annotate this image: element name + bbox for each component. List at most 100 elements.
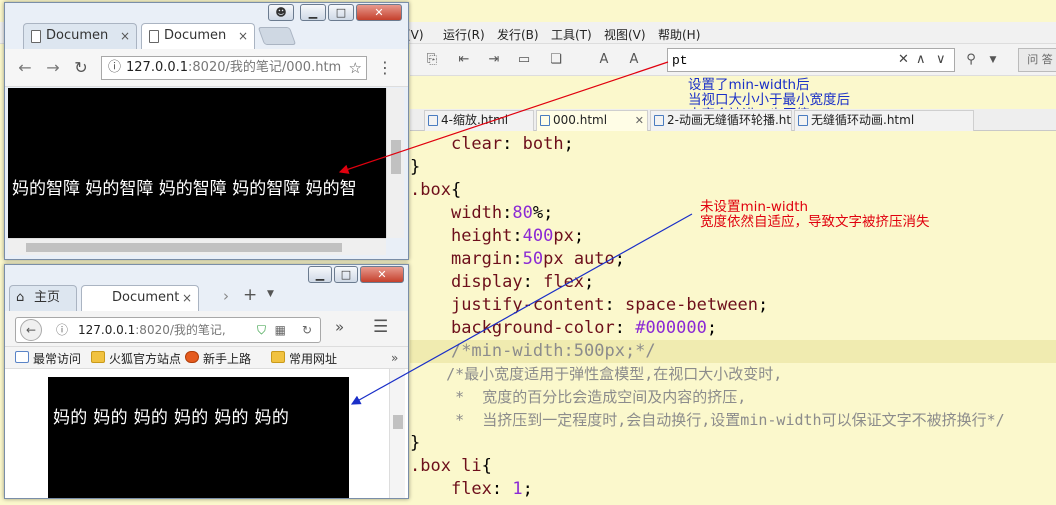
code-area[interactable]: clear: both;} .box{ width:80%; height:400… <box>410 131 1056 505</box>
bookmarks-more-icon[interactable]: » <box>391 351 398 365</box>
ff-reload-icon[interactable]: ↻ <box>302 318 312 342</box>
forward-arrow-icon[interactable]: → <box>43 58 63 78</box>
menu-item[interactable]: 运行(R) <box>443 26 485 43</box>
address-bar[interactable]: ⓘ 127.0.0.1:8020/我的笔记/000.htm ☆ <box>101 56 367 80</box>
ff-vertical-scrollbar[interactable] <box>389 369 405 498</box>
bookmark-item[interactable]: 火狐官方站点 <box>91 350 181 367</box>
dropdown-icon[interactable]: ▼ <box>985 52 1001 68</box>
close-button[interactable]: ✕ <box>356 4 402 21</box>
code-token: both <box>522 134 564 154</box>
find-next-icon[interactable]: ∨ <box>936 52 946 67</box>
ff-address-bar[interactable]: ← ⓘ 127.0.0.1:8020/我的笔记, ⛉ ▦ ↻ <box>15 317 321 343</box>
new-tab-button[interactable] <box>257 27 297 45</box>
ff-minimize-button[interactable]: ▁ <box>308 266 332 283</box>
firefox-window-controls: ▁ □ ✕ <box>308 266 408 284</box>
back-arrow-icon[interactable]: ← <box>15 58 35 78</box>
font-increase-icon[interactable]: A <box>596 52 612 68</box>
firefox-icon <box>185 351 199 363</box>
shield-icon[interactable]: ⛉ <box>257 318 266 342</box>
code-line: .box li{ <box>410 455 1056 478</box>
file-tab[interactable]: 4-缩放.html <box>424 110 534 131</box>
code-token: : <box>512 249 523 269</box>
tab-list-icon[interactable]: ▼ <box>267 289 274 299</box>
code-line: * 宽度的百分比会造成空间及内容的挤压, <box>410 386 1056 409</box>
ff-menu-icon[interactable]: ☰ <box>373 317 388 337</box>
html-file-icon <box>428 115 438 126</box>
tab-label: 主页 <box>34 290 61 305</box>
code-line: margin:50px auto; <box>410 248 1056 271</box>
vertical-scrollbar[interactable] <box>386 88 404 238</box>
search-icon[interactable]: ⚲ <box>963 52 979 68</box>
step-forward-icon[interactable]: ⇥ <box>486 52 502 68</box>
ff-close-button[interactable]: ✕ <box>360 266 404 283</box>
annotation-line: 未设置min-width <box>700 199 809 215</box>
browser-tab[interactable]: Documen × <box>23 23 137 49</box>
code-line: justify-content: space-between; <box>410 294 1056 317</box>
file-tab[interactable]: 000.html ✕ <box>536 110 648 131</box>
file-tab[interactable]: 2-动画无缝循环轮播.html <box>650 110 792 131</box>
hscroll-thumb[interactable] <box>26 243 342 252</box>
minimize-button[interactable]: ▁ <box>300 4 326 21</box>
bookmark-label: 最常访问 <box>33 352 82 366</box>
code-token: .box <box>410 180 451 200</box>
scroll-thumb[interactable] <box>391 140 401 174</box>
clear-icon[interactable]: ✕ <box>898 52 909 67</box>
ff-scroll-thumb[interactable] <box>393 415 403 429</box>
tabs-forward-icon[interactable]: › <box>223 287 229 305</box>
close-tab-icon[interactable]: × <box>182 286 192 310</box>
file-tab[interactable]: 无缝循环动画.html <box>794 110 974 131</box>
user-icon[interactable]: ☻ <box>268 4 294 21</box>
html-file-icon <box>798 115 808 126</box>
menu-item[interactable]: 视图(V) <box>604 26 646 43</box>
ff-url-host: 127.0.0.1 <box>78 323 136 337</box>
qa-button[interactable]: 问 答 <box>1018 48 1056 72</box>
bookmark-item[interactable]: 最常访问 <box>15 350 81 367</box>
code-token: } <box>410 433 421 453</box>
bookmark-item[interactable]: 常用网址 <box>271 350 337 367</box>
overflow-icon[interactable]: » <box>335 318 344 336</box>
ff-page-text: 妈的 妈的 妈的 妈的 妈的 妈的 <box>53 408 290 428</box>
browser-tab[interactable]: Document × <box>81 285 199 311</box>
code-token: /*min-width:500px;*/ <box>450 341 656 361</box>
code-token: space-between <box>624 295 759 315</box>
copy-icon[interactable]: ❏ <box>548 52 564 68</box>
close-tab-icon[interactable]: × <box>120 24 130 48</box>
new-tab-icon[interactable]: + <box>243 285 257 305</box>
menu-item[interactable]: 帮助(H) <box>658 26 700 43</box>
code-line: background-color: #000000; <box>410 317 1056 340</box>
browser-tab[interactable]: ⌂ 主页 <box>9 285 77 311</box>
ff-maximize-button[interactable]: □ <box>334 266 358 283</box>
annotation-line: 设置了min-width后 <box>688 77 810 93</box>
reload-icon[interactable]: ↻ <box>71 58 91 78</box>
step-back-icon[interactable]: ⇤ <box>456 52 472 68</box>
code-token: : <box>522 272 544 292</box>
tab-label: Documen <box>46 28 109 43</box>
star-icon[interactable]: ☆ <box>346 57 362 79</box>
menu-item[interactable]: 工具(T) <box>551 26 592 43</box>
preview-icon[interactable]: ▭ <box>516 52 532 68</box>
horizontal-scrollbar[interactable] <box>8 238 386 255</box>
close-tab-icon[interactable]: × <box>238 24 248 48</box>
page-content: 妈的智障 妈的智障 妈的智障 妈的智障 妈的智 <box>8 88 386 238</box>
info-icon: ⓘ <box>108 60 122 75</box>
code-token: : <box>614 318 636 338</box>
code-token: .box li <box>410 456 482 476</box>
file-tab-label: 2-动画无缝循环轮播.html <box>667 113 792 127</box>
browser-tab[interactable]: Documen × <box>141 23 255 49</box>
file-tab-label: 000.html <box>553 113 608 127</box>
menu-icon[interactable]: ⋮ <box>375 58 395 78</box>
find-input[interactable]: pt ✕ ∧ ∨ <box>667 48 955 72</box>
save-icon[interactable]: ⎘ <box>424 52 440 68</box>
bookmark-item[interactable]: 新手上路 <box>185 350 251 367</box>
code-token: * 宽度的百分比会造成空间及内容的挤压, <box>455 388 747 406</box>
qr-icon[interactable]: ▦ <box>275 318 286 342</box>
close-tab-icon[interactable]: ✕ <box>635 111 644 130</box>
find-prev-icon[interactable]: ∧ <box>916 52 926 67</box>
ff-back-icon[interactable]: ← <box>20 319 42 341</box>
menu-item[interactable]: 发行(B) <box>497 26 539 43</box>
maximize-button[interactable]: □ <box>328 4 354 21</box>
font-decrease-icon[interactable]: A <box>626 52 642 68</box>
